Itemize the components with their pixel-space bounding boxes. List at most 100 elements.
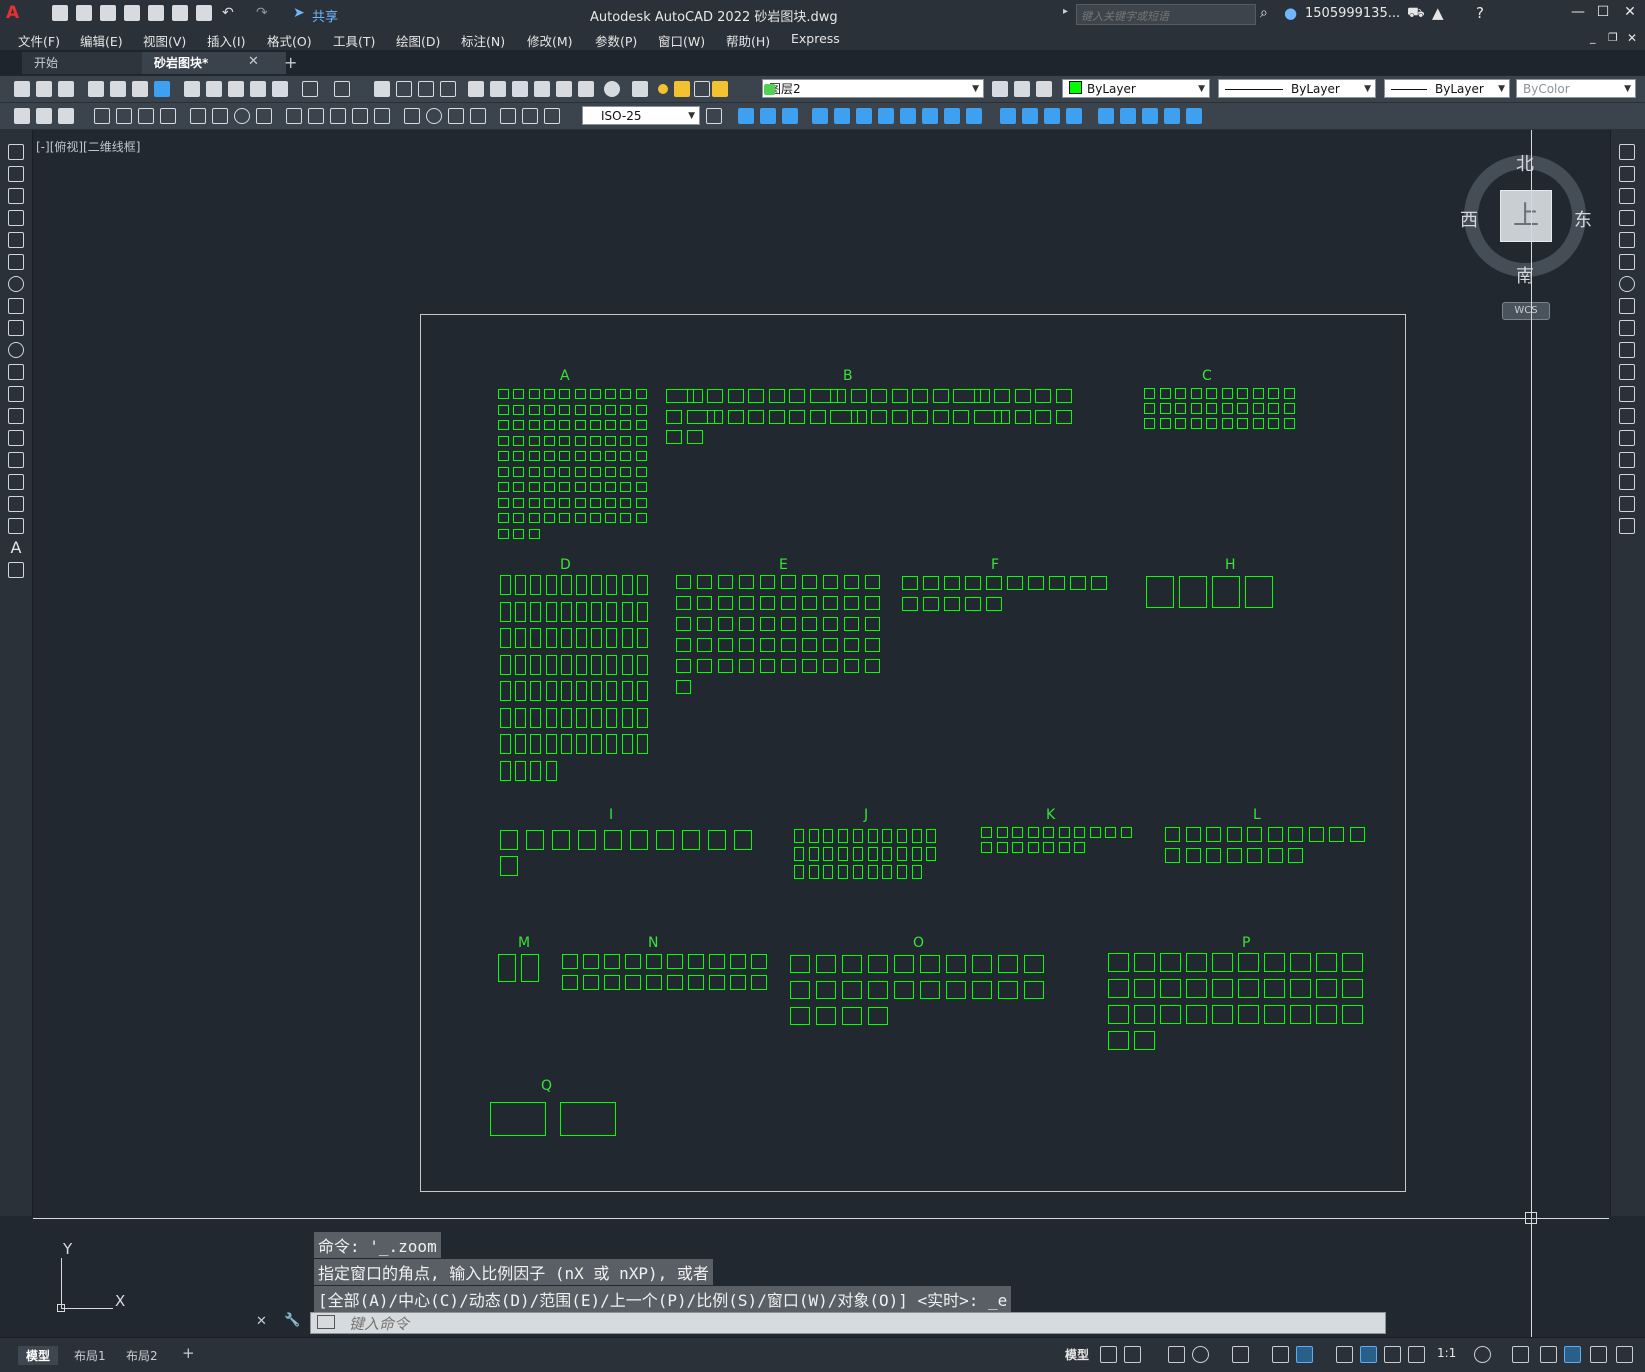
block-thumbnail[interactable]	[902, 576, 918, 590]
open-icon[interactable]	[36, 81, 52, 97]
redo-icon[interactable]	[334, 81, 350, 97]
block-thumbnail[interactable]	[1134, 1005, 1155, 1024]
annotation-scale-value[interactable]: 1:1	[1437, 1346, 1456, 1360]
block-thumbnail[interactable]	[513, 497, 525, 508]
dim-text-edit-icon[interactable]	[522, 108, 538, 124]
block-thumbnail[interactable]	[932, 389, 949, 403]
block-thumbnail[interactable]	[709, 954, 725, 969]
block-thumbnail[interactable]	[1175, 403, 1186, 414]
block-thumbnail[interactable]	[498, 451, 509, 461]
block-thumbnail[interactable]	[1035, 389, 1051, 403]
block-thumbnail[interactable]	[850, 389, 867, 403]
block-thumbnail[interactable]	[790, 1007, 810, 1025]
aligned-dim-icon[interactable]	[116, 108, 132, 124]
view-bottom-icon[interactable]	[856, 108, 872, 124]
block-thumbnail[interactable]	[515, 681, 527, 701]
block-thumbnail[interactable]	[1159, 418, 1171, 429]
block-thumbnail[interactable]	[498, 497, 509, 508]
block-thumbnail[interactable]	[1014, 409, 1031, 424]
block-thumbnail[interactable]	[591, 734, 603, 754]
block-thumbnail[interactable]	[1226, 827, 1242, 842]
block-thumbnail[interactable]	[781, 617, 796, 631]
block-thumbnail[interactable]	[1288, 827, 1303, 842]
block-thumbnail[interactable]	[865, 617, 880, 631]
linetype-dropdown[interactable]: ByLayer ▼	[1218, 79, 1376, 98]
block-thumbnail[interactable]	[808, 865, 819, 879]
block-thumbnail[interactable]	[1237, 388, 1248, 399]
block-thumbnail[interactable]	[574, 451, 586, 461]
compass-west[interactable]: 西	[1460, 206, 1478, 232]
construction-line-icon[interactable]	[8, 166, 24, 182]
block-thumbnail[interactable]	[576, 628, 587, 648]
block-thumbnail[interactable]	[530, 760, 542, 781]
block-thumbnail[interactable]	[1316, 953, 1337, 972]
plotstyle-dropdown[interactable]: ByColor ▼	[1516, 79, 1636, 98]
block-thumbnail[interactable]	[500, 654, 511, 675]
block-thumbnail[interactable]	[697, 638, 712, 652]
block-thumbnail[interactable]	[646, 954, 662, 969]
block-thumbnail[interactable]	[1316, 979, 1337, 998]
block-thumbnail[interactable]	[986, 576, 1002, 590]
block-thumbnail[interactable]	[965, 597, 981, 611]
block-thumbnail[interactable]	[790, 981, 810, 999]
block-thumbnail[interactable]	[1175, 388, 1186, 399]
block-thumbnail[interactable]	[636, 628, 648, 648]
block-thumbnail[interactable]	[515, 628, 527, 648]
block-thumbnail[interactable]	[707, 389, 723, 403]
view-ne-icon[interactable]	[944, 108, 960, 124]
block-thumbnail[interactable]	[944, 597, 960, 611]
block-thumbnail[interactable]	[823, 617, 838, 631]
block-thumbnail[interactable]	[868, 955, 888, 973]
app-menu-button[interactable]: A	[6, 3, 19, 23]
block-thumbnail[interactable]	[697, 596, 712, 610]
block-thumbnail[interactable]	[894, 981, 914, 999]
block-thumbnail[interactable]	[620, 451, 632, 461]
isodraft-icon[interactable]	[1232, 1346, 1249, 1363]
block-thumbnail[interactable]	[868, 1007, 888, 1025]
block-thumbnail[interactable]	[543, 451, 555, 461]
block-thumbnail[interactable]	[894, 955, 914, 973]
block-thumbnail[interactable]	[500, 628, 511, 648]
block-thumbnail[interactable]	[823, 829, 834, 843]
block-thumbnail[interactable]	[1159, 403, 1171, 414]
menu-express[interactable]: Express	[791, 31, 840, 46]
block-thumbnail[interactable]	[1268, 388, 1279, 399]
block-thumbnail[interactable]	[844, 596, 859, 610]
block-thumbnail[interactable]	[526, 830, 544, 850]
block-thumbnail[interactable]	[1212, 953, 1233, 972]
block-thumbnail[interactable]	[559, 420, 571, 430]
lineweight-icon[interactable]	[1336, 1346, 1353, 1363]
make-current-layer-icon[interactable]	[992, 81, 1008, 97]
block-thumbnail[interactable]	[944, 576, 960, 590]
block-thumbnail[interactable]	[636, 601, 648, 622]
conceptual-icon[interactable]	[1066, 108, 1082, 124]
block-thumbnail[interactable]	[996, 827, 1008, 838]
block-thumbnail[interactable]	[635, 497, 647, 508]
block-thumbnail[interactable]	[636, 681, 648, 701]
block-thumbnail[interactable]	[865, 659, 880, 673]
block-thumbnail[interactable]	[1108, 979, 1129, 998]
block-thumbnail[interactable]	[589, 513, 601, 523]
pan-icon[interactable]	[374, 81, 390, 97]
block-editor-icon[interactable]	[272, 81, 288, 97]
menu-window[interactable]: 窗口(W)	[658, 31, 705, 50]
block-thumbnail[interactable]	[513, 528, 525, 539]
block-thumbnail[interactable]	[560, 1102, 616, 1136]
block-thumbnail[interactable]	[606, 601, 618, 622]
block-thumbnail[interactable]	[562, 975, 578, 990]
block-thumbnail[interactable]	[1108, 953, 1129, 972]
point-icon[interactable]	[8, 430, 24, 446]
block-thumbnail[interactable]	[1146, 576, 1174, 608]
diameter-icon[interactable]	[234, 108, 250, 124]
block-thumbnail[interactable]	[852, 829, 863, 843]
block-thumbnail[interactable]	[500, 707, 511, 728]
block-thumbnail[interactable]	[802, 575, 817, 589]
block-thumbnail[interactable]	[1238, 979, 1259, 998]
customize-menu-icon[interactable]	[1616, 1346, 1633, 1363]
block-thumbnail[interactable]	[911, 829, 922, 843]
block-thumbnail[interactable]	[1012, 827, 1023, 838]
block-thumbnail[interactable]	[500, 856, 518, 876]
block-thumbnail[interactable]	[498, 482, 509, 492]
block-thumbnail[interactable]	[606, 628, 618, 648]
block-thumbnail[interactable]	[1007, 576, 1023, 590]
